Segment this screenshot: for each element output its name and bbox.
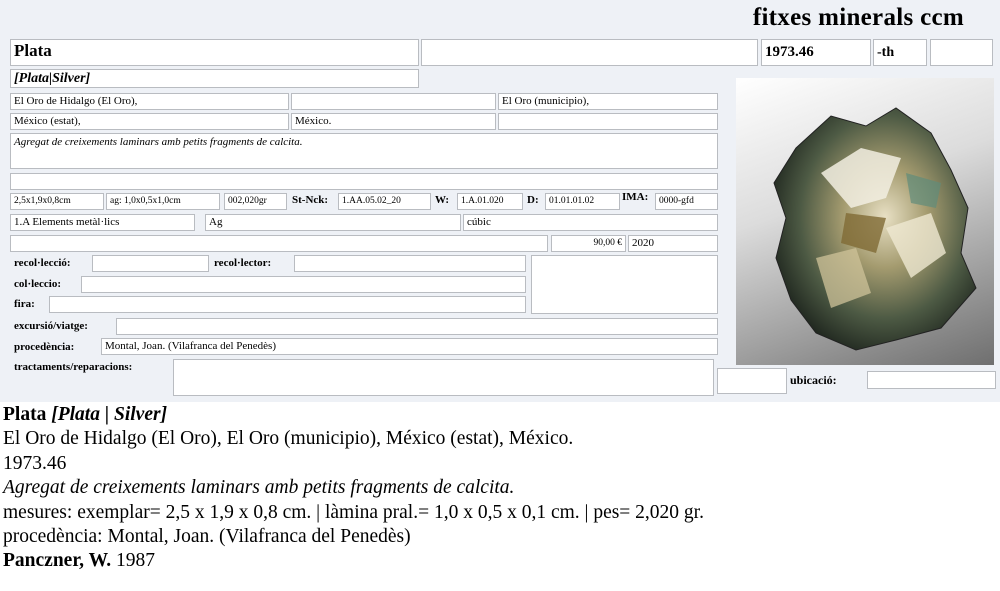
fair-label: fira: xyxy=(14,298,35,310)
collector-label: recol·lector: xyxy=(214,257,272,269)
summary-description: Agregat de creixements laminars amb peti… xyxy=(3,477,515,499)
locality-5-field[interactable]: México. xyxy=(291,113,496,130)
provenance-field[interactable]: Montal, Joan. (Vilafranca del Penedès) xyxy=(101,338,718,355)
location-label: ubicació: xyxy=(790,373,837,387)
locality-2-field[interactable] xyxy=(291,93,496,110)
recollection-field[interactable] xyxy=(92,255,209,272)
synonyms-field[interactable]: [Plata|Silver] xyxy=(10,69,419,88)
price-field[interactable]: 90,00 € xyxy=(551,235,626,252)
d-field[interactable]: 01.01.01.02 xyxy=(545,193,620,210)
year-field[interactable]: 2020 xyxy=(628,235,718,252)
strunz-field[interactable]: 1.AA.05.02_20 xyxy=(338,193,431,210)
collection-label: col·leccio: xyxy=(14,278,62,290)
reference-year: 1987 xyxy=(116,550,156,572)
locality-4-field[interactable]: México (estat), xyxy=(10,113,289,130)
summary-provenance: procedència: Montal, Joan. (Vilafranca d… xyxy=(3,525,411,547)
weight-field[interactable]: 002,020gr xyxy=(224,193,287,210)
brand-title: fitxes minerals ccm xyxy=(752,4,964,31)
record-summary: Plata [Plata | Silver] El Oro de Hidalgo… xyxy=(3,403,704,574)
w-field[interactable]: 1.A.01.020 xyxy=(457,193,523,210)
crystal-system-field[interactable]: cúbic xyxy=(463,214,718,231)
extra-code-field[interactable] xyxy=(930,39,993,66)
name-extra-field[interactable] xyxy=(421,39,758,66)
comments-area[interactable] xyxy=(531,255,718,314)
summary-locality: El Oro de Hidalgo (El Oro), El Oro (muni… xyxy=(3,428,574,450)
collector-field[interactable] xyxy=(294,255,526,272)
notes-field[interactable] xyxy=(10,173,718,190)
price-notes-field[interactable] xyxy=(10,235,548,252)
trip-field[interactable] xyxy=(116,318,718,335)
description-field[interactable]: Agregat de creixements laminars amb peti… xyxy=(10,133,718,169)
strunz-label: St-Nck: xyxy=(292,194,329,206)
summary-measures: mesures: exemplar= 2,5 x 1,9 x 0,8 cm. |… xyxy=(3,501,704,523)
treatments-field[interactable] xyxy=(173,359,714,396)
locality-1-field[interactable]: El Oro de Hidalgo (El Oro), xyxy=(10,93,289,110)
locality-6-field[interactable] xyxy=(498,113,718,130)
recollection-label: recol·lecció: xyxy=(14,257,71,269)
formula-field[interactable]: Ag xyxy=(205,214,461,231)
summary-title-line: Plata [Plata | Silver] xyxy=(3,403,704,427)
silver-specimen-photo xyxy=(736,78,994,365)
summary-reference: Panczner, W. 1987 xyxy=(3,549,704,573)
location-field[interactable] xyxy=(867,371,996,389)
treatments-label: tractaments/reparacions: xyxy=(14,361,133,373)
ima-field[interactable]: 0000-gfd xyxy=(655,193,718,210)
mineral-record-card: fitxes minerals ccm Plata 1973.46 -th [P… xyxy=(0,0,1000,402)
class-field[interactable]: 1.A Elements metàl·lics xyxy=(10,214,195,231)
suffix-field[interactable]: -th xyxy=(873,39,927,66)
specimen-photo-icon xyxy=(773,107,977,351)
ima-label: IMA: xyxy=(622,191,649,203)
crystal-size-field[interactable]: ag: 1,0x0,5x1,0cm xyxy=(106,193,220,210)
specimen-size-field[interactable]: 2,5x1,9x0,8cm xyxy=(10,193,104,210)
collection-field[interactable] xyxy=(81,276,526,293)
locality-3-field[interactable]: El Oro (municipio), xyxy=(498,93,718,110)
catalog-number-field[interactable]: 1973.46 xyxy=(761,39,871,66)
reference-author: Panczner, W. xyxy=(3,550,112,572)
provenance-label: procedència: xyxy=(14,341,75,353)
summary-catalog-number: 1973.46 xyxy=(3,452,67,474)
name-field[interactable]: Plata xyxy=(10,39,419,66)
location-code-field[interactable] xyxy=(717,368,787,394)
summary-synonyms: [Plata | Silver] xyxy=(51,404,168,425)
fair-field[interactable] xyxy=(49,296,526,313)
w-label: W: xyxy=(435,194,450,206)
trip-label: excursió/viatge: xyxy=(14,320,88,332)
d-label: D: xyxy=(527,194,539,206)
summary-name: Plata xyxy=(3,404,47,425)
